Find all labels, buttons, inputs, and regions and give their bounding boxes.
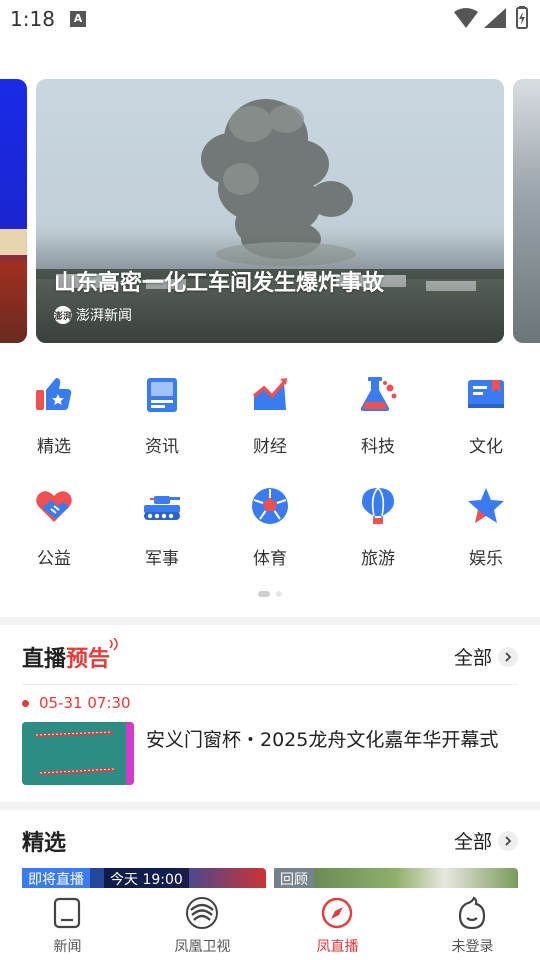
live-title-highlight: 预告	[66, 647, 111, 672]
carousel-title: 山东高密一化工车间发生爆炸事故	[54, 271, 385, 296]
nav-tab-news[interactable]: 新闻	[0, 888, 135, 960]
category-jingxuan[interactable]: 精选	[0, 370, 108, 470]
featured-more-button[interactable]: 全部	[454, 827, 518, 854]
news-icon	[53, 897, 81, 929]
featured-section-title: 精选	[22, 831, 67, 856]
category-tiyu[interactable]: 体育	[216, 482, 324, 582]
category-junshi[interactable]: 军事	[108, 482, 216, 582]
live-more-button[interactable]: 全部	[454, 643, 518, 670]
category-zixun[interactable]: 资讯	[108, 370, 216, 470]
category-label: 军事	[145, 549, 179, 569]
news-carousel[interactable]: 山东高密一化工车间发生爆炸事故 澎湃 澎湃新闻	[0, 79, 540, 343]
page-dot	[276, 591, 282, 597]
section-divider	[0, 617, 540, 625]
compass-live-icon	[321, 897, 353, 929]
live-time-text: 05-31 07:30	[39, 694, 131, 712]
news-document-icon	[147, 378, 177, 412]
carousel-card-previous[interactable]	[0, 79, 27, 343]
more-label: 全部	[453, 647, 492, 669]
section-divider	[0, 802, 540, 810]
section-separator	[22, 684, 518, 685]
signal-wave-icon	[109, 638, 118, 651]
category-keji[interactable]: 科技	[324, 370, 432, 470]
live-item-thumbnail[interactable]	[22, 722, 134, 785]
replay-tag: 回顾	[274, 868, 314, 890]
category-caijing[interactable]: 财经	[216, 370, 324, 470]
bottom-navigation: 新闻 凤凰卫视 凤直播 未登录	[0, 888, 540, 960]
category-yule[interactable]: 娱乐	[432, 482, 540, 582]
book-icon	[468, 380, 504, 408]
hot-air-balloon-icon	[362, 487, 394, 524]
chevron-right-icon	[498, 830, 518, 851]
status-bar: 1:18 A	[0, 0, 540, 36]
live-item-title[interactable]: 安义门窗杯・2025龙舟文化嘉年华开幕式	[146, 726, 516, 755]
category-wenhua[interactable]: 文化	[432, 370, 540, 470]
live-section-title: 直播预告	[22, 638, 118, 673]
nav-tab-live[interactable]: 凤直播	[270, 888, 405, 960]
chevron-right-icon	[498, 646, 518, 667]
category-lvyou[interactable]: 旅游	[324, 482, 432, 582]
category-label: 财经	[253, 437, 287, 457]
status-icons	[454, 6, 528, 29]
nav-label: 新闻	[53, 939, 82, 955]
category-label: 体育	[253, 549, 287, 569]
phoenix-tv-icon	[186, 897, 218, 929]
page-dot-active	[258, 591, 270, 597]
carousel-card-current[interactable]: 山东高密一化工车间发生爆炸事故 澎湃 澎湃新闻	[36, 79, 504, 343]
live-title-prefix: 直播	[22, 647, 67, 672]
upcoming-time-tag: 今天 19:00	[104, 868, 189, 890]
source-logo-icon: 澎湃	[54, 306, 72, 324]
carousel-source: 澎湃 澎湃新闻	[54, 305, 132, 325]
nav-tab-phoenix-tv[interactable]: 凤凰卫视	[135, 888, 270, 960]
battery-icon	[516, 6, 528, 29]
nav-label: 凤直播	[316, 939, 359, 955]
carousel-card-next[interactable]	[513, 79, 540, 343]
trend-chart-icon	[252, 378, 288, 410]
user-avatar-icon	[458, 896, 486, 930]
live-dot-icon	[22, 699, 29, 707]
heart-handshake-icon	[36, 491, 72, 522]
nav-label: 未登录	[451, 939, 494, 955]
signal-icon	[484, 8, 506, 28]
nav-label: 凤凰卫视	[174, 939, 231, 955]
category-label: 公益	[37, 549, 71, 569]
category-label: 科技	[361, 437, 395, 457]
status-time: 1:18	[10, 7, 55, 31]
page-indicator	[258, 591, 288, 597]
category-label: 文化	[469, 437, 503, 457]
thumbs-up-star-icon	[36, 378, 72, 410]
category-label: 娱乐	[469, 549, 503, 569]
category-gongyi[interactable]: 公益	[0, 482, 108, 582]
source-name: 澎湃新闻	[76, 308, 132, 324]
nav-tab-profile[interactable]: 未登录	[405, 888, 540, 960]
star-icon	[468, 488, 504, 523]
live-item-time: 05-31 07:30	[22, 694, 131, 712]
soccer-ball-icon	[252, 488, 288, 524]
category-label: 精选	[37, 437, 71, 457]
tank-icon	[144, 496, 180, 520]
notification-icon: A	[70, 11, 86, 27]
flask-icon	[360, 377, 397, 411]
dragon-boat-photo	[22, 722, 134, 785]
wifi-icon	[454, 8, 478, 28]
category-label: 资讯	[145, 437, 179, 457]
category-label: 旅游	[361, 549, 395, 569]
upcoming-live-tag: 即将直播	[22, 868, 90, 890]
more-label: 全部	[453, 831, 492, 853]
